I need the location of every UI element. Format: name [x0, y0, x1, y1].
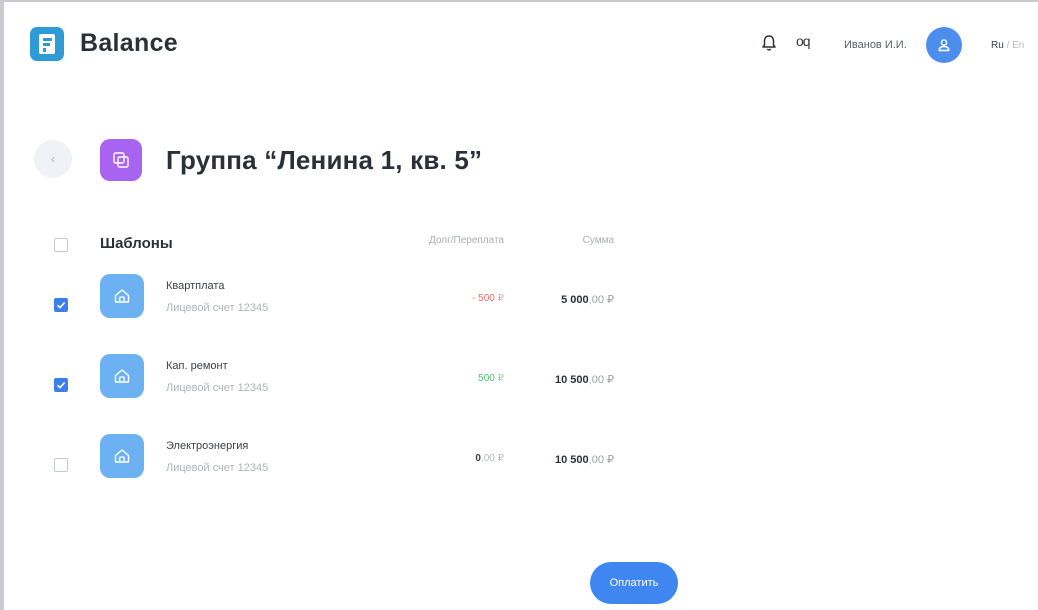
column-header-debt: Долг/Переплата: [429, 235, 504, 246]
debt-value: 500: [478, 373, 495, 384]
template-debt: - 500 ₽: [384, 293, 504, 304]
debt-currency: ,00 ₽: [480, 453, 504, 464]
template-debt: 500 ₽: [384, 373, 504, 384]
house-icon: [100, 354, 144, 398]
lang-separator: /: [1006, 40, 1010, 51]
template-name: Квартплата: [166, 280, 225, 292]
template-sum: 5 000,00 ₽: [504, 293, 614, 306]
templates-heading: Шаблоны: [100, 235, 173, 252]
brand-name: Balance: [80, 29, 178, 57]
lang-en[interactable]: En: [1012, 40, 1024, 51]
debt-value: - 500: [472, 293, 495, 304]
sum-integer: 5 000: [561, 294, 589, 306]
page-title: Группа “Ленина 1, кв. 5”: [166, 145, 483, 175]
sum-integer: 10 500: [554, 374, 589, 386]
table-row[interactable]: Кап. ремонт Лицевой счет 12345 500 ₽ 10 …: [4, 354, 1038, 414]
house-icon: [100, 434, 144, 478]
select-all-checkbox[interactable]: [54, 238, 68, 252]
user-name[interactable]: Иванов И.И.: [844, 39, 907, 51]
layers-icon: [100, 139, 142, 181]
pay-button[interactable]: Оплатить: [590, 562, 678, 604]
template-debt: 0,00 ₽: [384, 453, 504, 464]
lang-ru[interactable]: Ru: [991, 40, 1004, 51]
sum-integer: 10 500: [554, 454, 589, 466]
template-account: Лицевой счет 12345: [166, 462, 269, 474]
app-window: Balance oq Иванов И.И. Ru / En ‹ Группа …: [0, 0, 1038, 610]
operations-button[interactable]: oq: [796, 33, 811, 49]
column-header-sum: Сумма: [582, 235, 614, 246]
template-account: Лицевой счет 12345: [166, 302, 269, 314]
table-row[interactable]: Электроэнергия Лицевой счет 12345 0,00 ₽…: [4, 434, 1038, 494]
avatar[interactable]: [926, 27, 962, 63]
bell-icon[interactable]: [760, 34, 778, 52]
language-switcher: Ru / En: [991, 40, 1024, 51]
logo-icon: [30, 27, 64, 61]
row-checkbox[interactable]: [54, 378, 68, 392]
house-icon: [100, 274, 144, 318]
chevron-left-icon: ‹: [51, 152, 55, 166]
top-bar: Balance oq Иванов И.И. Ru / En: [4, 2, 1038, 86]
template-sum: 10 500,00 ₽: [504, 453, 614, 466]
table-row[interactable]: Квартплата Лицевой счет 12345 - 500 ₽ 5 …: [4, 274, 1038, 334]
template-account: Лицевой счет 12345: [166, 382, 269, 394]
sum-decimal: ,00 ₽: [588, 454, 614, 466]
template-sum: 10 500,00 ₽: [504, 373, 614, 386]
row-checkbox[interactable]: [54, 298, 68, 312]
template-name: Электроэнергия: [166, 440, 249, 452]
user-icon: [938, 39, 950, 52]
template-name: Кап. ремонт: [166, 360, 228, 372]
sum-decimal: ,00 ₽: [588, 374, 614, 386]
row-checkbox[interactable]: [54, 458, 68, 472]
back-button[interactable]: ‹: [34, 140, 72, 178]
sum-decimal: ,00 ₽: [588, 294, 614, 306]
